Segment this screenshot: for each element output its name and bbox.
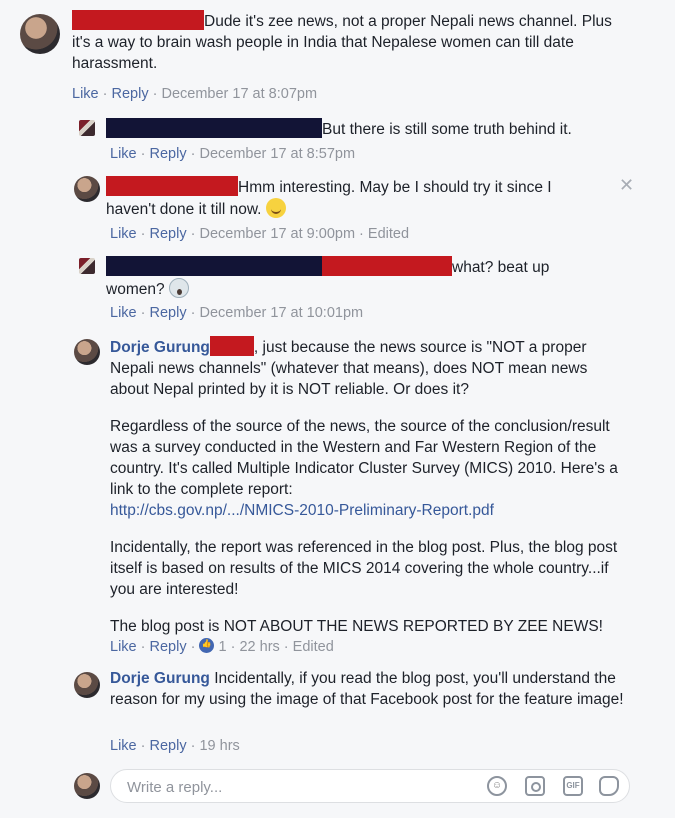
timestamp[interactable]: 19 hrs bbox=[199, 738, 239, 754]
comment-body: Dude it's zee news, not a proper Nepali … bbox=[72, 10, 632, 74]
redaction bbox=[106, 256, 322, 276]
reply-link[interactable]: Reply bbox=[150, 639, 187, 655]
reply-link[interactable]: Reply bbox=[150, 146, 187, 162]
avatar[interactable] bbox=[79, 120, 95, 136]
avatar[interactable] bbox=[79, 258, 95, 274]
timestamp[interactable]: December 17 at 8:57pm bbox=[199, 146, 355, 162]
smile-emoji-icon bbox=[265, 198, 286, 218]
comment-body: But there is still some truth behind it. bbox=[106, 118, 626, 140]
reaction-count[interactable]: 1 bbox=[219, 639, 227, 655]
composer-avatar bbox=[74, 773, 100, 799]
timestamp[interactable]: December 17 at 9:00pm bbox=[199, 226, 355, 242]
edited-label[interactable]: Edited bbox=[368, 226, 409, 242]
reply-box[interactable]: ☺ GIF bbox=[110, 769, 630, 803]
timestamp[interactable]: December 17 at 8:07pm bbox=[161, 86, 317, 102]
redaction bbox=[106, 118, 322, 138]
comment-body: what? beat up women? bbox=[106, 256, 626, 300]
reply-link[interactable]: Reply bbox=[112, 86, 149, 102]
like-link[interactable]: Like bbox=[72, 86, 99, 102]
comment-body: Dorje Gurung, just because the news sour… bbox=[110, 336, 618, 649]
emoji-icon[interactable]: ☺ bbox=[487, 776, 507, 796]
comment-meta: Like · Reply · December 17 at 10:01pm bbox=[110, 305, 364, 321]
like-link[interactable]: Like bbox=[110, 639, 137, 655]
comment-meta: Like · Reply · December 17 at 9:00pm · E… bbox=[110, 226, 410, 242]
reply-link[interactable]: Reply bbox=[150, 738, 187, 754]
like-link[interactable]: Like bbox=[110, 226, 137, 242]
reply-input[interactable] bbox=[125, 776, 469, 798]
comment-text: The blog post is NOT ABOUT THE NEWS REPO… bbox=[110, 618, 603, 635]
scream-emoji-icon bbox=[168, 278, 189, 298]
like-link[interactable]: Like bbox=[110, 305, 137, 321]
redaction bbox=[106, 176, 238, 196]
comment-text-cont: women? bbox=[106, 281, 165, 298]
comment-text: what? beat up bbox=[452, 259, 550, 276]
edited-label[interactable]: Edited bbox=[293, 639, 334, 655]
comment-meta: Like · Reply · December 17 at 8:07pm bbox=[72, 86, 318, 102]
author-name[interactable]: Dorje Gurung bbox=[110, 339, 210, 356]
comment-text: But there is still some truth behind it. bbox=[322, 121, 572, 138]
comment-body: Hmm interesting. May be I should try it … bbox=[106, 176, 586, 220]
like-reaction-icon[interactable] bbox=[199, 638, 215, 653]
comment-meta: Like · Reply · 19 hrs bbox=[110, 738, 240, 754]
like-link[interactable]: Like bbox=[110, 146, 137, 162]
sticker-icon[interactable] bbox=[599, 776, 619, 796]
comment-body: Dorje Gurung Incidentally, if you read t… bbox=[110, 668, 630, 710]
close-icon[interactable]: ✕ bbox=[619, 175, 634, 196]
reply-link[interactable]: Reply bbox=[150, 305, 187, 321]
reply-link[interactable]: Reply bbox=[150, 226, 187, 242]
redaction bbox=[322, 256, 452, 276]
timestamp[interactable]: December 17 at 10:01pm bbox=[199, 305, 363, 321]
comment-text: Regardless of the source of the news, th… bbox=[110, 418, 618, 498]
author-name[interactable]: Dorje Gurung bbox=[110, 670, 210, 687]
gif-icon[interactable]: GIF bbox=[563, 776, 583, 796]
avatar[interactable] bbox=[74, 176, 100, 202]
redaction bbox=[72, 10, 204, 30]
comment-meta: Like · Reply · 1 · 22 hrs · Edited bbox=[110, 638, 334, 655]
report-link[interactable]: http://cbs.gov.np/.../NMICS-2010-Prelimi… bbox=[110, 502, 494, 519]
like-link[interactable]: Like bbox=[110, 738, 137, 754]
timestamp[interactable]: 22 hrs bbox=[239, 639, 279, 655]
comment-text: Incidentally, the report was referenced … bbox=[110, 539, 618, 598]
redaction bbox=[209, 336, 254, 356]
avatar[interactable] bbox=[74, 672, 100, 698]
comment-meta: Like · Reply · December 17 at 8:57pm bbox=[110, 146, 356, 162]
camera-icon[interactable] bbox=[525, 776, 545, 796]
avatar[interactable] bbox=[74, 339, 100, 365]
avatar[interactable] bbox=[20, 14, 60, 54]
